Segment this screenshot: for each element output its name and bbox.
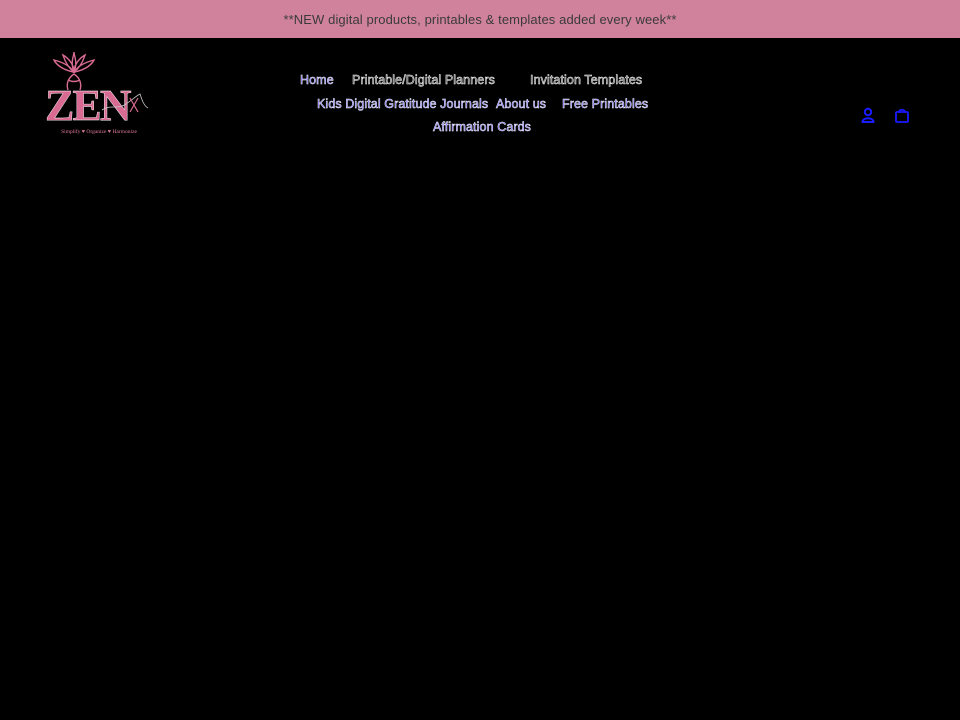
announcement-text: **NEW digital products, printables & tem…: [283, 11, 677, 27]
nav-printable-digital-planners[interactable]: Printable/Digital Planners: [352, 73, 495, 88]
site-logo[interactable]: ZEN Simplify ♥ Organize ♥ Harmonize: [44, 50, 154, 142]
svg-text:ZEN: ZEN: [45, 81, 132, 130]
nav-free-printables[interactable]: Free Printables: [562, 97, 649, 112]
nav-home[interactable]: Home: [300, 73, 334, 88]
cart-icon[interactable]: [892, 105, 912, 125]
nav-about-us[interactable]: About us: [496, 97, 547, 112]
nav-invitation-templates[interactable]: Invitation Templates: [530, 73, 643, 88]
account-icon[interactable]: [858, 105, 878, 125]
logo-tagline: Simplify ♥ Organize ♥ Harmonize: [61, 129, 137, 135]
nav-affirmation-cards[interactable]: Affirmation Cards: [433, 120, 531, 135]
nav-kids-digital-gratitude-journals[interactable]: Kids Digital Gratitude Journals: [317, 97, 489, 112]
site-header: ZEN Simplify ♥ Organize ♥ Harmonize Home…: [0, 38, 960, 158]
announcement-bar: **NEW digital products, printables & tem…: [0, 0, 960, 38]
